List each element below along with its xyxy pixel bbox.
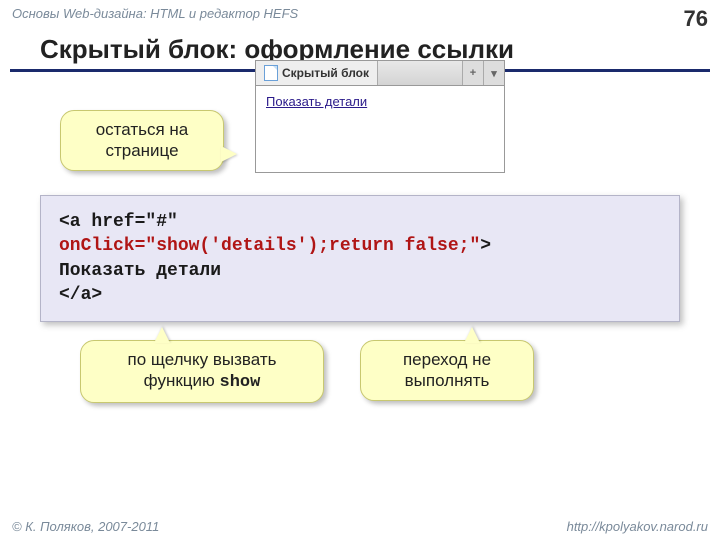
callout-stay-on-page: остаться на странице bbox=[60, 110, 224, 171]
callout-tail bbox=[464, 327, 480, 343]
code-line: </a> bbox=[59, 283, 661, 307]
code-line: onClick="show('details');return false;"> bbox=[59, 234, 661, 258]
callout-tail bbox=[154, 327, 170, 343]
callout-call-show: по щелчку вызвать функцию show bbox=[80, 340, 324, 403]
callout-no-navigate: переход не выполнять bbox=[360, 340, 534, 401]
callout-text: по щелчку вызвать bbox=[128, 350, 277, 369]
callout-text: остаться на bbox=[96, 120, 189, 139]
callout-mono: show bbox=[220, 373, 261, 392]
browser-viewport: Показать детали bbox=[255, 86, 505, 173]
show-details-link[interactable]: Показать детали bbox=[266, 94, 367, 109]
callout-text: странице bbox=[105, 141, 178, 160]
callout-text: выполнять bbox=[405, 371, 490, 390]
browser-titlebar: Скрытый блок + ▾ bbox=[255, 60, 505, 86]
callout-tail bbox=[221, 146, 237, 162]
code-highlight: onClick="show('details');return false;" bbox=[59, 236, 480, 256]
code-block: <a href="#" onClick="show('details');ret… bbox=[40, 195, 680, 322]
browser-tab[interactable]: Скрытый блок bbox=[256, 61, 378, 85]
new-tab-button[interactable]: + bbox=[462, 61, 483, 85]
tab-menu-button[interactable]: ▾ bbox=[483, 61, 504, 85]
footer-url: http://kpolyakov.narod.ru bbox=[567, 519, 708, 534]
header-topline: Основы Web-дизайна: HTML и редактор HEFS bbox=[12, 6, 298, 32]
document-icon bbox=[264, 65, 278, 81]
page-number: 76 bbox=[684, 6, 708, 32]
browser-window: Скрытый блок + ▾ Показать детали bbox=[255, 60, 505, 173]
callout-text: переход не bbox=[403, 350, 491, 369]
footer-copyright: © К. Поляков, 2007-2011 bbox=[12, 519, 159, 534]
code-line: <a href="#" bbox=[59, 210, 661, 234]
tab-title: Скрытый блок bbox=[282, 66, 369, 80]
code-line: Показать детали bbox=[59, 259, 661, 283]
callout-text: функцию bbox=[144, 371, 220, 390]
